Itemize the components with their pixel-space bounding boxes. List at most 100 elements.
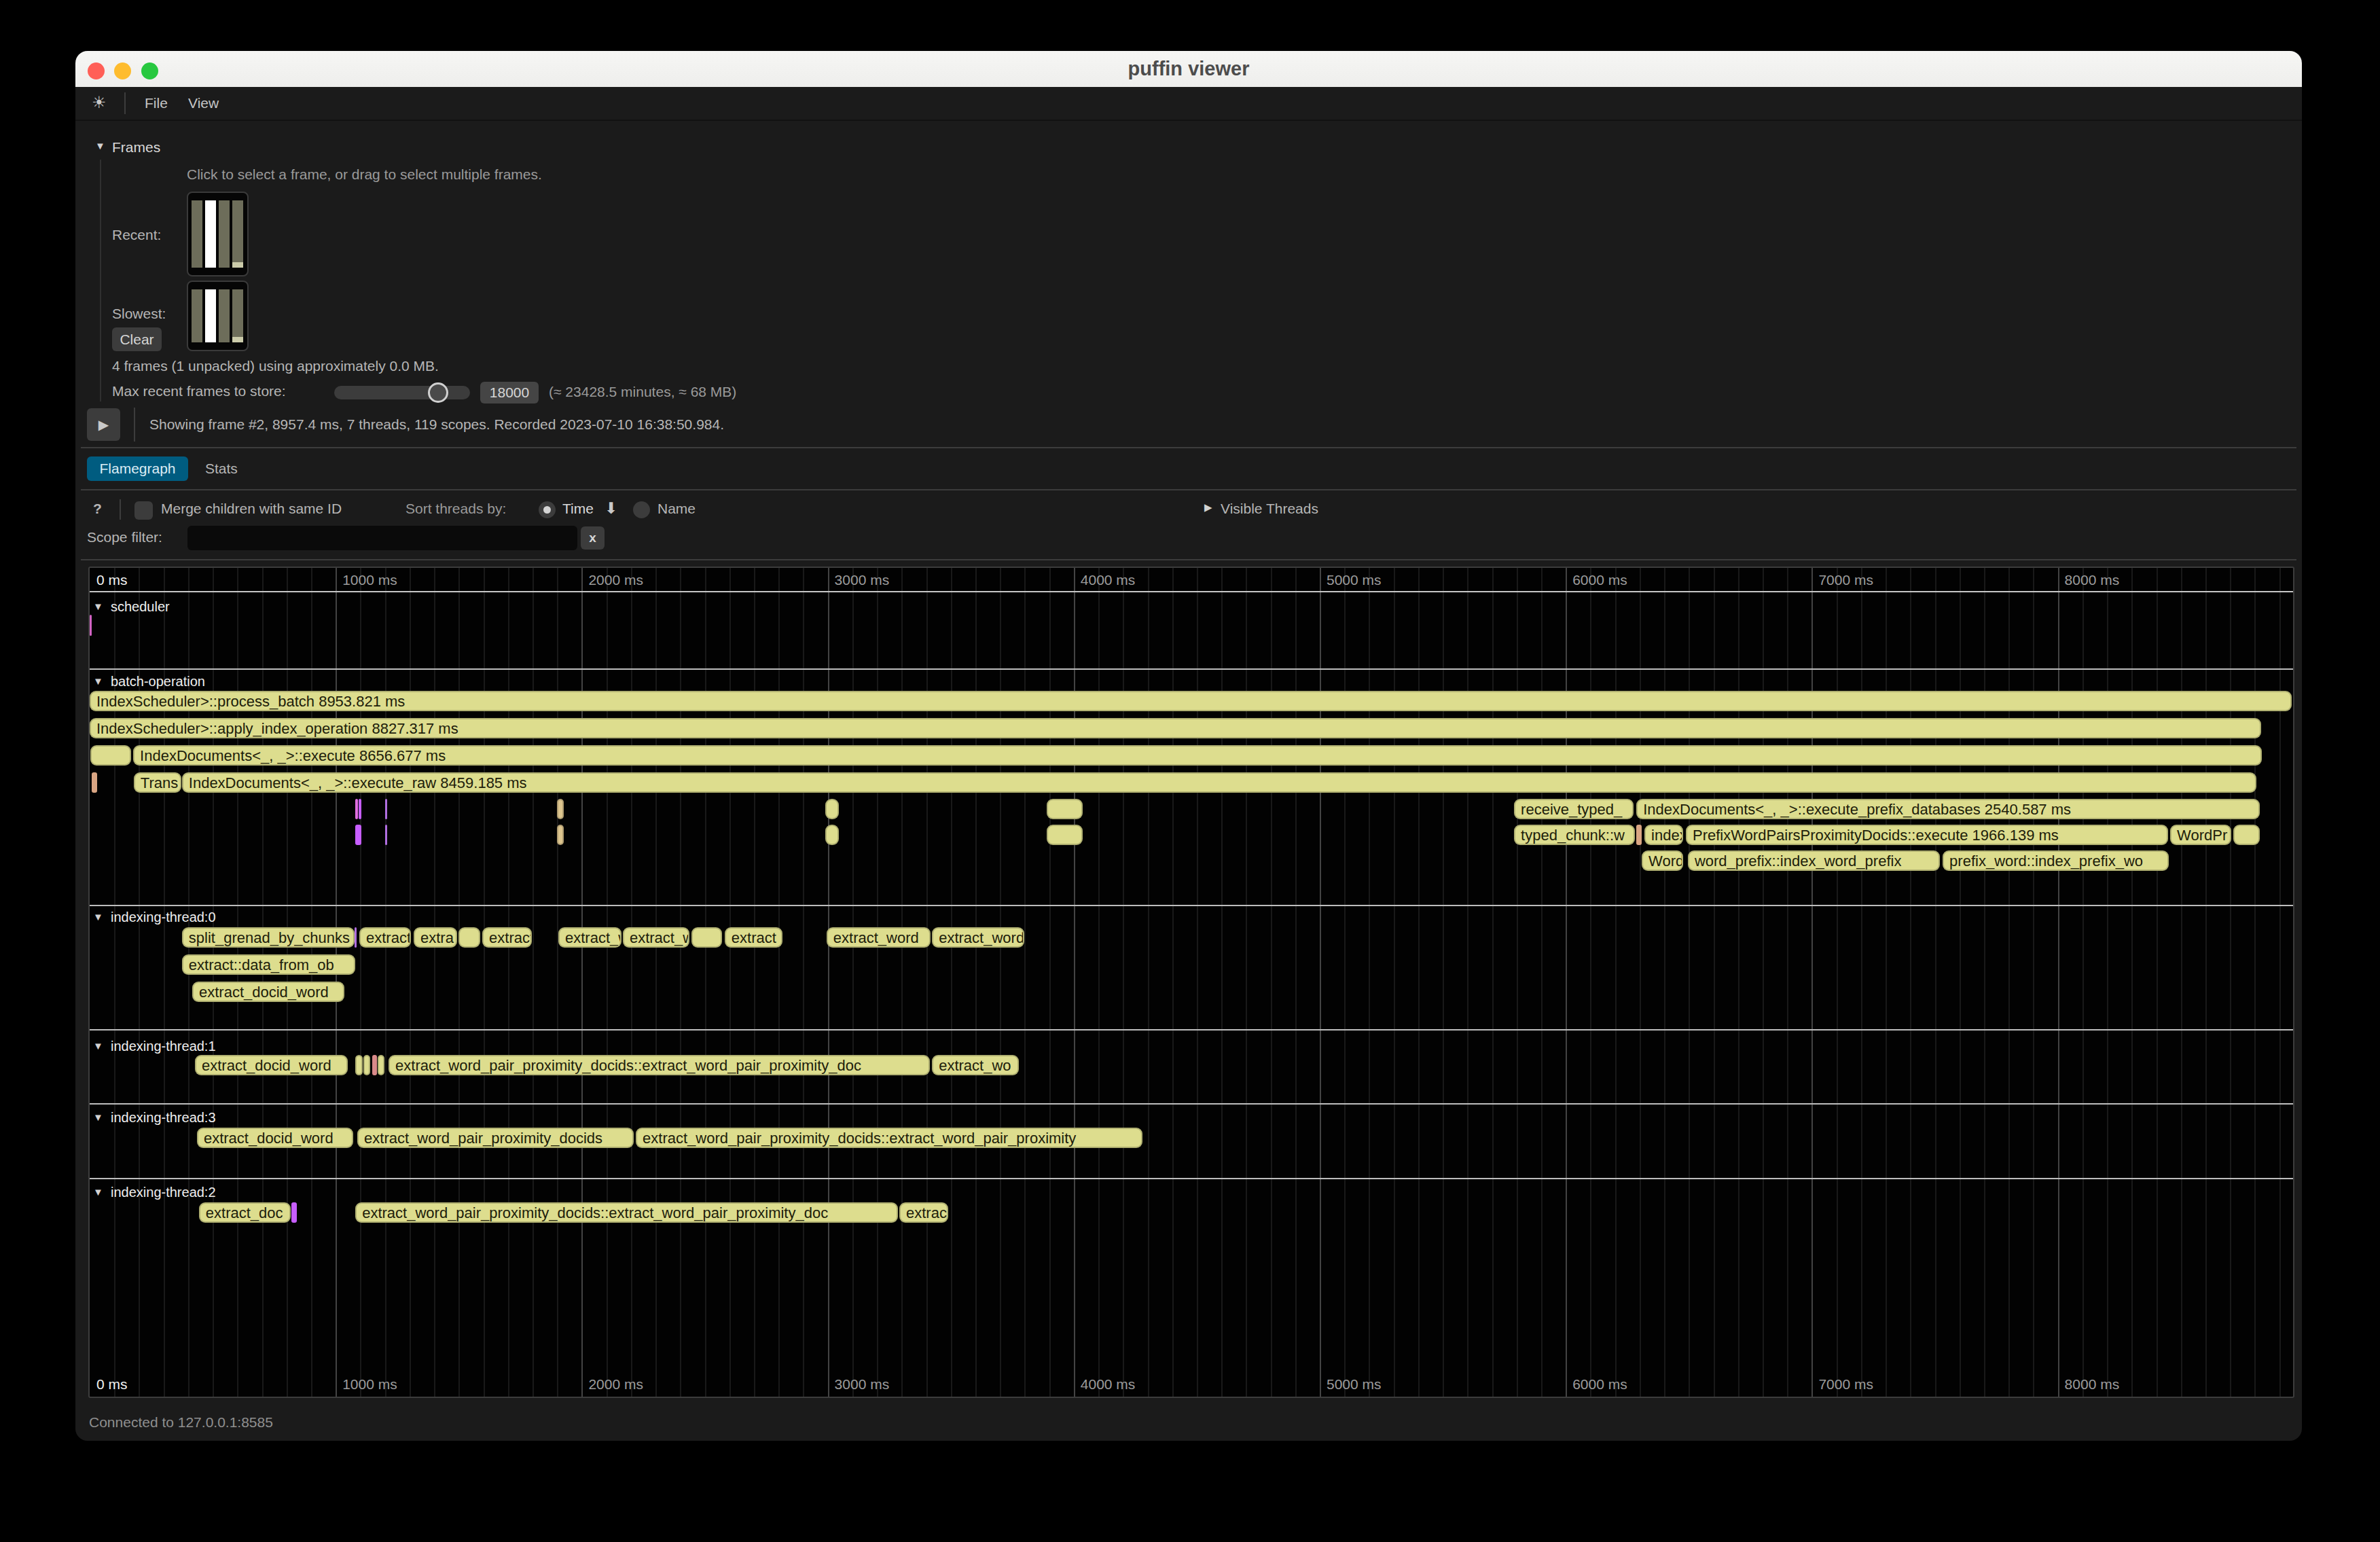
scope-bar[interactable] bbox=[355, 799, 358, 819]
scope-bar[interactable]: extract_docid_word bbox=[197, 1128, 353, 1148]
clear-filter-button[interactable]: x bbox=[581, 526, 605, 550]
scope-bar[interactable]: extract_docid_word bbox=[192, 982, 344, 1002]
tab-flamegraph[interactable]: Flamegraph bbox=[87, 456, 188, 481]
scope-bar[interactable]: prefix_word::index_prefix_wo bbox=[1943, 850, 2169, 871]
scope-bar[interactable]: WordPr bbox=[2170, 825, 2231, 845]
frames-collapse-icon[interactable]: ▼ bbox=[95, 140, 105, 151]
scope-bar[interactable] bbox=[372, 1055, 377, 1075]
scope-bar[interactable]: IndexDocuments<_, _>::execute 8656.677 m… bbox=[133, 745, 2262, 766]
scope-bar[interactable]: extract bbox=[725, 927, 782, 948]
play-button[interactable]: ▶ bbox=[87, 408, 120, 441]
scope-bar[interactable] bbox=[1047, 825, 1083, 845]
frame-thumbnail-bar[interactable] bbox=[192, 289, 202, 342]
menu-file[interactable]: File bbox=[145, 87, 168, 120]
frame-thumbnail-bar[interactable] bbox=[205, 200, 216, 268]
scope-bar[interactable] bbox=[1047, 799, 1083, 819]
clear-button[interactable]: Clear bbox=[112, 327, 162, 351]
visible-threads-label[interactable]: Visible Threads bbox=[1221, 501, 1318, 517]
scope-bar[interactable]: IndexScheduler>::apply_index_operation 8… bbox=[90, 718, 2261, 738]
thread-collapse-icon[interactable]: ▼ bbox=[93, 1040, 103, 1052]
scope-bar[interactable] bbox=[90, 745, 131, 766]
help-button[interactable]: ? bbox=[93, 501, 102, 517]
sort-direction-icon[interactable]: ⬇ bbox=[605, 499, 617, 518]
scope-bar[interactable]: extract_word_pair_proximity_docids bbox=[357, 1128, 634, 1148]
frame-thumbnail-bar[interactable] bbox=[232, 289, 243, 342]
thread-collapse-icon[interactable]: ▼ bbox=[93, 1186, 103, 1198]
scope-bar[interactable]: extrac bbox=[899, 1202, 948, 1223]
scope-bar[interactable]: extract_wo bbox=[932, 1055, 1019, 1075]
thread-label[interactable]: indexing-thread:3 bbox=[111, 1110, 216, 1126]
scope-bar[interactable] bbox=[825, 799, 839, 819]
frame-thumbnail-bar[interactable] bbox=[232, 200, 243, 268]
flamegraph-canvas[interactable]: 0 ms0 ms1000 ms1000 ms2000 ms2000 ms3000… bbox=[88, 567, 2294, 1398]
scope-bar[interactable] bbox=[291, 1202, 297, 1223]
scope-bar[interactable]: index bbox=[1644, 825, 1683, 845]
merge-checkbox[interactable] bbox=[134, 501, 153, 520]
scope-bar[interactable]: extract_word bbox=[932, 927, 1024, 948]
scope-bar[interactable] bbox=[557, 825, 564, 845]
scope-bar[interactable]: IndexDocuments<_, _>::execute_raw 8459.1… bbox=[182, 772, 2256, 793]
scope-bar[interactable] bbox=[1636, 825, 1642, 845]
scope-bar[interactable] bbox=[557, 799, 564, 819]
sort-time-label[interactable]: Time bbox=[562, 501, 594, 517]
scope-bar[interactable] bbox=[458, 927, 480, 948]
scope-bar[interactable] bbox=[385, 799, 387, 819]
thread-collapse-icon[interactable]: ▼ bbox=[93, 1111, 103, 1123]
sort-name-radio[interactable] bbox=[633, 501, 650, 518]
slowest-frames-thumbnail[interactable] bbox=[187, 281, 249, 351]
scope-bar[interactable]: word_prefix::index_word_prefix bbox=[1688, 850, 1940, 871]
tab-stats[interactable]: Stats bbox=[205, 461, 238, 477]
scope-bar[interactable] bbox=[385, 825, 387, 845]
scope-bar[interactable]: extract_w bbox=[558, 927, 621, 948]
scope-bar[interactable]: extract_w bbox=[623, 927, 689, 948]
scope-bar[interactable]: IndexDocuments<_, _>::execute_prefix_dat… bbox=[1636, 799, 2260, 819]
thread-collapse-icon[interactable]: ▼ bbox=[93, 600, 103, 612]
scope-bar[interactable] bbox=[363, 1055, 370, 1075]
scope-bar[interactable]: IndexScheduler>::process_batch 8953.821 … bbox=[90, 691, 2292, 711]
scope-bar[interactable]: extract_word bbox=[827, 927, 931, 948]
frame-thumbnail-bar[interactable] bbox=[219, 200, 230, 268]
scope-bar[interactable] bbox=[355, 825, 361, 845]
scope-bar[interactable]: extract_doc bbox=[199, 1202, 291, 1223]
sort-name-label[interactable]: Name bbox=[657, 501, 696, 517]
scope-bar[interactable]: extract::data_from_ob bbox=[182, 954, 355, 975]
scope-bar[interactable] bbox=[359, 799, 361, 819]
max-frames-value[interactable]: 18000 bbox=[480, 382, 539, 404]
scope-bar[interactable]: PrefixWordPairsProximityDocids::execute … bbox=[1686, 825, 2168, 845]
thread-label[interactable]: batch-operation bbox=[111, 674, 205, 689]
thread-collapse-icon[interactable]: ▼ bbox=[93, 675, 103, 687]
sort-time-radio[interactable] bbox=[539, 501, 556, 518]
scope-bar[interactable] bbox=[355, 927, 357, 948]
frame-thumbnail-bar[interactable] bbox=[192, 200, 202, 268]
scope-bar[interactable]: typed_chunk::w bbox=[1514, 825, 1635, 845]
thread-label[interactable]: indexing-thread:0 bbox=[111, 910, 216, 925]
scope-bar[interactable]: Word bbox=[1642, 850, 1683, 871]
scope-bar[interactable]: split_grenad_by_chunks bbox=[182, 927, 355, 948]
frame-thumbnail-bar[interactable] bbox=[205, 289, 216, 342]
thread-collapse-icon[interactable]: ▼ bbox=[93, 911, 103, 922]
scope-bar[interactable] bbox=[2233, 825, 2260, 845]
scope-bar[interactable]: Trans bbox=[134, 772, 181, 793]
scope-bar[interactable]: extract bbox=[482, 927, 532, 948]
slider-knob[interactable] bbox=[428, 382, 448, 403]
visible-threads-collapse-icon[interactable]: ▶ bbox=[1204, 501, 1212, 514]
max-frames-slider[interactable] bbox=[334, 386, 470, 399]
scope-bar[interactable]: extract bbox=[359, 927, 411, 948]
thread-label[interactable]: indexing-thread:2 bbox=[111, 1185, 216, 1200]
scope-bar[interactable] bbox=[825, 825, 839, 845]
recent-frames-thumbnail[interactable] bbox=[187, 192, 249, 276]
frame-thumbnail-bar[interactable] bbox=[219, 289, 230, 342]
scope-bar[interactable]: extract_docid_word bbox=[195, 1055, 348, 1075]
frames-header[interactable]: Frames bbox=[112, 139, 160, 156]
scope-bar[interactable] bbox=[355, 1055, 363, 1075]
thread-label[interactable]: scheduler bbox=[111, 599, 170, 615]
thread-label[interactable]: indexing-thread:1 bbox=[111, 1039, 216, 1054]
scope-bar[interactable] bbox=[691, 927, 722, 948]
scope-bar[interactable]: extra bbox=[414, 927, 457, 948]
menu-view[interactable]: View bbox=[188, 87, 219, 120]
scope-bar[interactable] bbox=[378, 1055, 384, 1075]
scope-bar[interactable]: extract_word_pair_proximity_docids::extr… bbox=[636, 1128, 1142, 1148]
scope-bar[interactable] bbox=[90, 615, 92, 636]
scope-bar[interactable]: receive_typed_ bbox=[1514, 799, 1634, 819]
scope-filter-input[interactable] bbox=[187, 526, 577, 550]
